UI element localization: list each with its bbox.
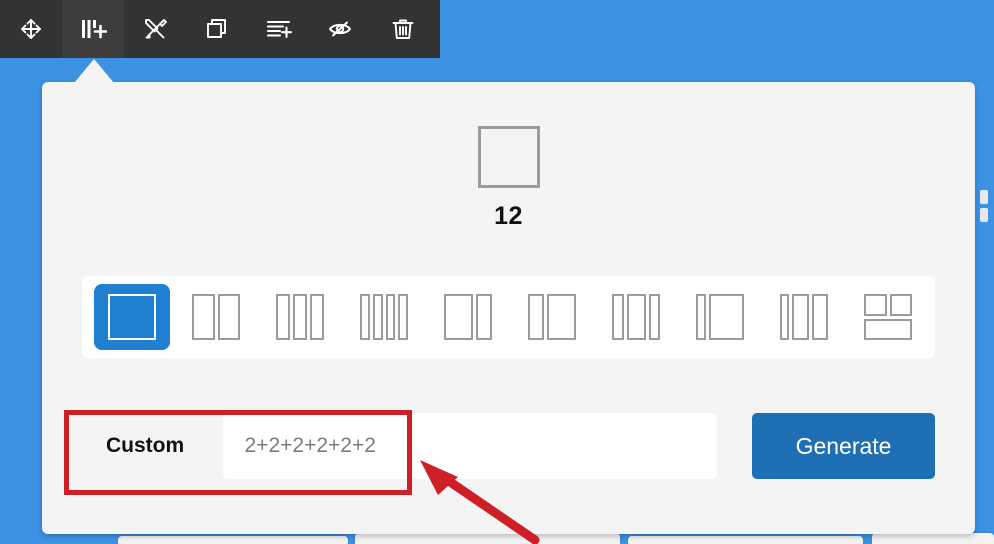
layout-glyph-4-4-4 <box>276 294 324 340</box>
delete-tool-button[interactable] <box>372 0 434 58</box>
layout-glyph-3-6-3 <box>612 294 660 340</box>
preview-box-shape <box>477 126 540 188</box>
layout-option-6[interactable] <box>514 284 590 350</box>
tools-icon <box>142 16 168 42</box>
preview-column-count: 12 <box>494 202 523 230</box>
layout-glyph-6-6 <box>192 294 240 340</box>
layout-glyph-8-4 <box>444 294 492 340</box>
panel-pointer-triangle <box>74 59 114 83</box>
layout-glyph-grid <box>864 294 912 340</box>
background-block <box>355 533 620 544</box>
layout-option-2[interactable] <box>178 284 254 350</box>
move-arrows-icon <box>18 16 44 42</box>
eye-slash-icon <box>327 16 355 42</box>
background-sliver <box>980 208 988 222</box>
layout-glyph-3-3-3-3 <box>360 294 408 340</box>
copy-icon <box>204 16 230 42</box>
layout-option-10[interactable] <box>850 284 926 350</box>
floating-toolbar <box>0 0 440 58</box>
columns-plus-icon <box>79 16 107 42</box>
layout-preview: 12 <box>42 126 975 231</box>
hide-tool-button[interactable] <box>310 0 372 58</box>
background-sliver <box>980 190 988 204</box>
app-canvas: 12 Custom 2+2+2+2+2+2 Generate <box>0 0 994 544</box>
layout-option-strip <box>82 276 935 358</box>
layout-glyph-4-8 <box>528 294 576 340</box>
duplicate-tool-button[interactable] <box>186 0 248 58</box>
layout-option-9[interactable] <box>766 284 842 350</box>
layout-glyph-2-5-5 <box>780 294 828 340</box>
trash-icon <box>390 16 416 42</box>
move-tool-button[interactable] <box>0 0 62 58</box>
column-layout-panel: 12 Custom 2+2+2+2+2+2 Generate <box>42 82 975 534</box>
add-row-tool-button[interactable] <box>248 0 310 58</box>
settings-tool-button[interactable] <box>124 0 186 58</box>
custom-layout-row: Custom Generate <box>82 411 935 481</box>
background-block <box>118 536 348 544</box>
layout-glyph-2-10 <box>696 294 744 340</box>
layout-option-3[interactable] <box>262 284 338 350</box>
layout-option-1[interactable] <box>94 284 170 350</box>
generate-button[interactable]: Generate <box>752 413 935 479</box>
background-block <box>628 536 863 544</box>
layout-option-8[interactable] <box>682 284 758 350</box>
background-block <box>872 533 994 544</box>
layout-option-5[interactable] <box>430 284 506 350</box>
layout-glyph-12 <box>108 294 156 340</box>
layout-option-7[interactable] <box>598 284 674 350</box>
custom-label: Custom <box>106 434 185 457</box>
columns-tool-button[interactable] <box>62 0 124 58</box>
layout-option-4[interactable] <box>346 284 422 350</box>
custom-input[interactable] <box>222 413 718 479</box>
list-plus-icon <box>265 16 293 42</box>
